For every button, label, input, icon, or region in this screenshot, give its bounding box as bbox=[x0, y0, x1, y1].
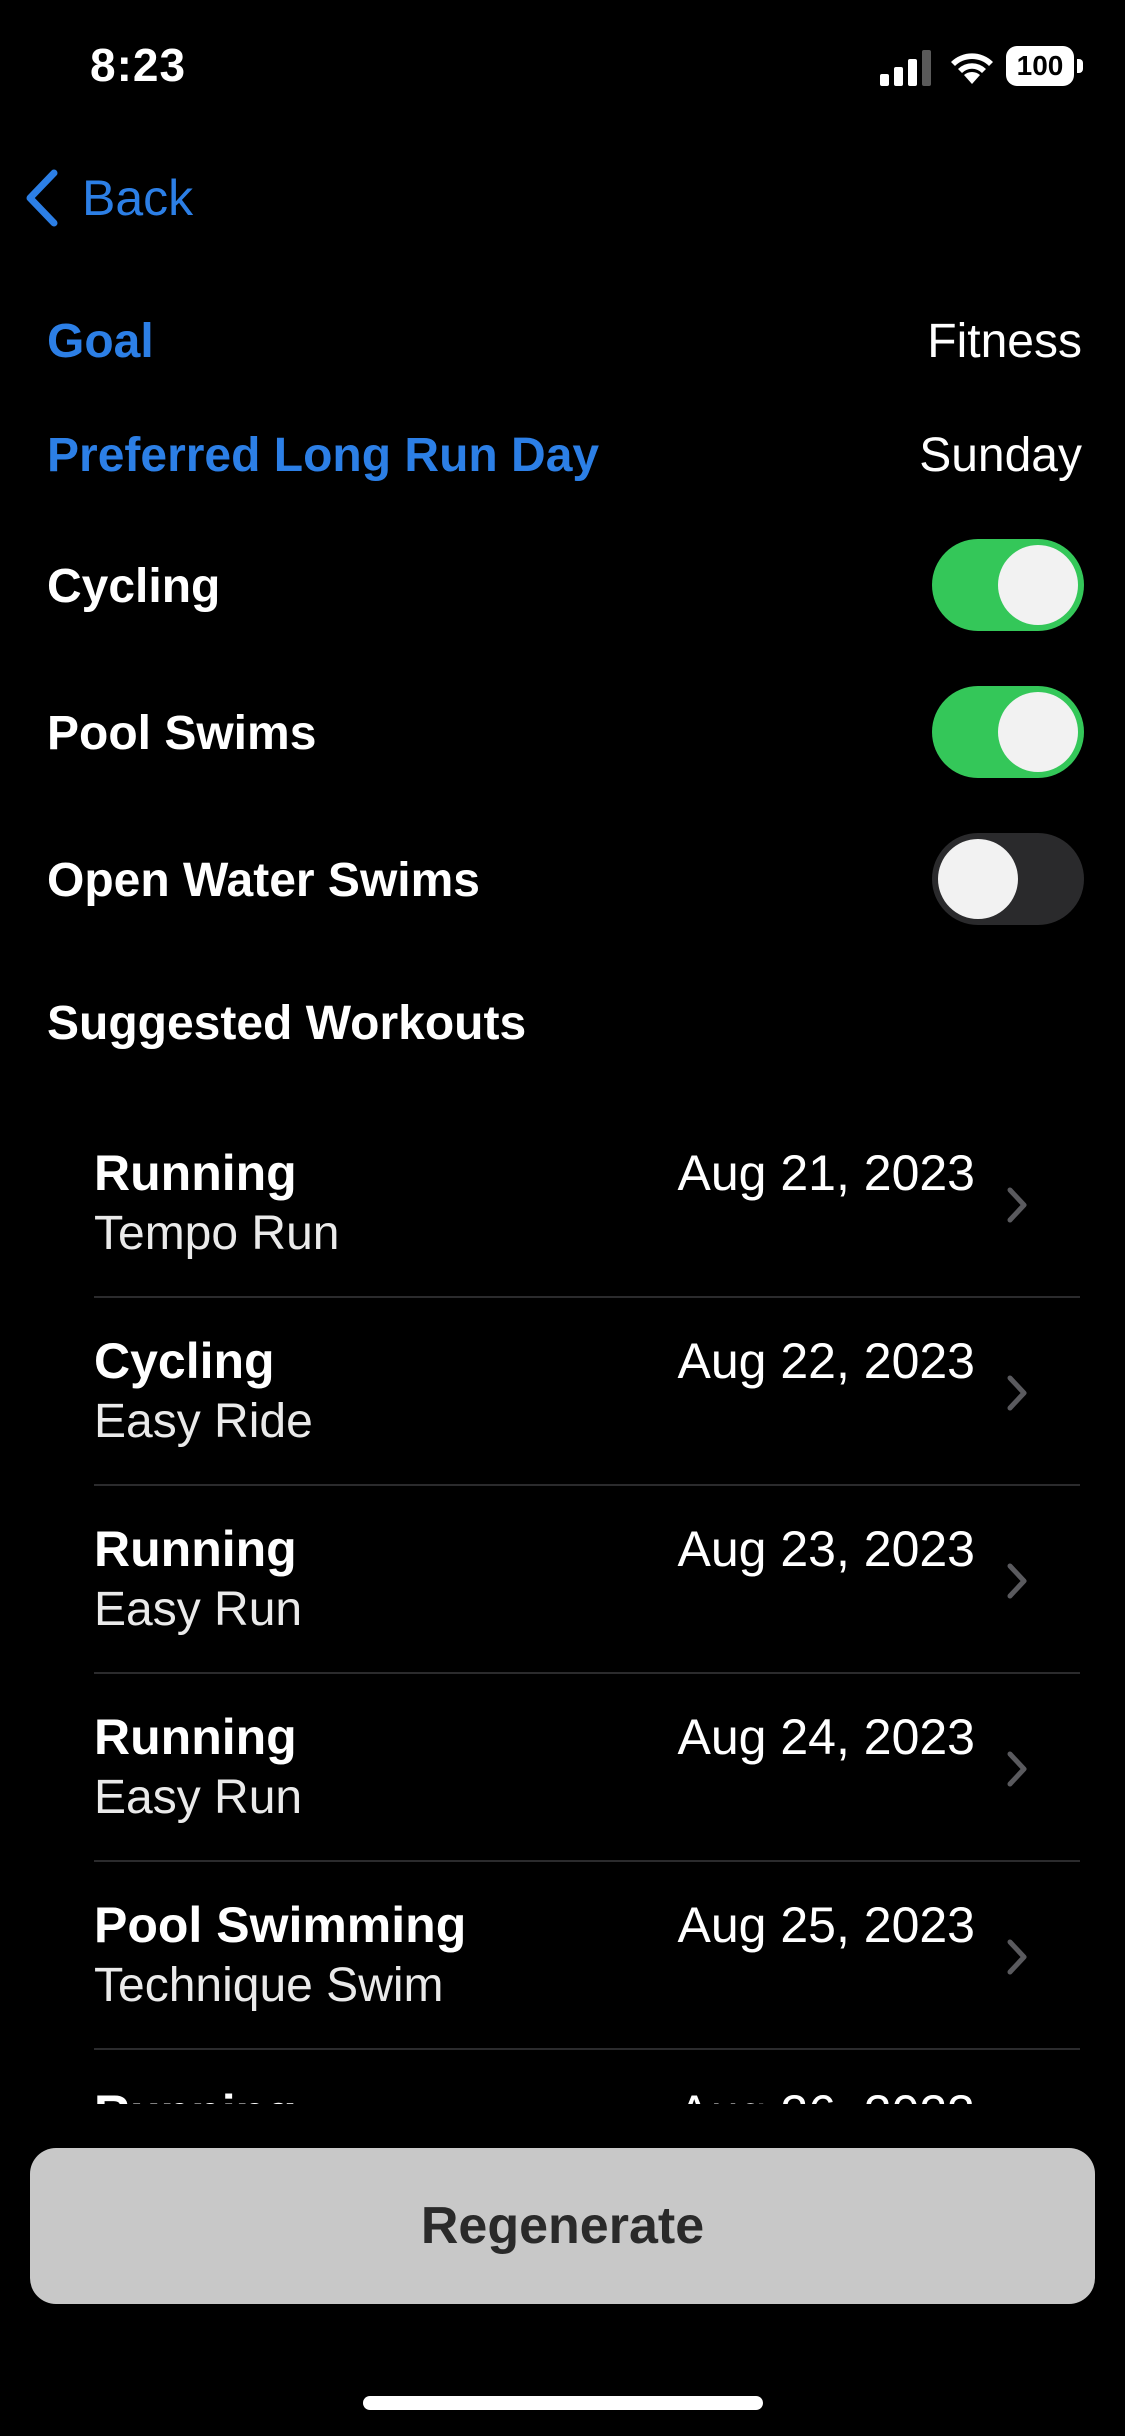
chevron-right-icon bbox=[1007, 1939, 1027, 1975]
open-water-row: Open Water Swims bbox=[47, 845, 1082, 915]
goal-label[interactable]: Goal bbox=[47, 314, 154, 369]
signal-icon bbox=[880, 50, 931, 86]
open-water-toggle[interactable] bbox=[932, 833, 1084, 925]
workout-name: Tempo Run bbox=[94, 1207, 340, 1260]
workout-row[interactable]: Cycling Easy Ride Aug 22, 2023 bbox=[94, 1298, 1080, 1486]
status-bar: 8:23 100 bbox=[0, 0, 1125, 140]
battery-level: 100 bbox=[1006, 46, 1074, 86]
goal-row[interactable]: Goal Fitness bbox=[47, 306, 1082, 376]
goal-value: Fitness bbox=[927, 314, 1082, 368]
workout-date: Aug 21, 2023 bbox=[677, 1145, 976, 1201]
battery-tip bbox=[1077, 59, 1083, 73]
chevron-right-icon bbox=[1007, 1751, 1027, 1787]
workout-name: Easy Run bbox=[94, 1771, 303, 1824]
workout-date: Aug 23, 2023 bbox=[677, 1521, 976, 1577]
long-run-day-row[interactable]: Preferred Long Run Day Sunday bbox=[47, 420, 1082, 490]
back-button[interactable]: Back bbox=[24, 160, 193, 236]
workout-row[interactable]: Running Tempo Run Aug 21, 2023 bbox=[94, 1110, 1080, 1298]
back-label: Back bbox=[82, 170, 194, 226]
workout-type: Running bbox=[94, 1709, 297, 1765]
home-indicator[interactable] bbox=[363, 2396, 763, 2410]
cycling-toggle[interactable] bbox=[932, 539, 1084, 631]
toggle-knob bbox=[998, 692, 1078, 772]
section-title: Suggested Workouts bbox=[47, 997, 527, 1050]
toggle-knob bbox=[938, 839, 1018, 919]
toggle-knob bbox=[998, 545, 1078, 625]
workout-date: Aug 26, 2023 bbox=[678, 2084, 976, 2104]
workout-type: Pool Swimming bbox=[94, 1897, 467, 1953]
regenerate-button[interactable]: Regenerate bbox=[30, 2148, 1095, 2304]
cycling-label: Cycling bbox=[47, 559, 221, 613]
chevron-right-icon bbox=[1007, 1563, 1027, 1599]
workout-type: Running bbox=[94, 1521, 297, 1577]
battery-icon: 100 bbox=[1006, 46, 1084, 88]
workout-type: Running bbox=[94, 1145, 297, 1201]
workout-type: Cycling bbox=[94, 1333, 275, 1389]
workout-type: Running bbox=[94, 2084, 297, 2104]
pool-swims-toggle[interactable] bbox=[932, 686, 1084, 778]
open-water-label: Open Water Swims bbox=[47, 853, 480, 907]
cycling-row: Cycling bbox=[47, 551, 1082, 621]
workout-list[interactable]: Running Tempo Run Aug 21, 2023 Cycling E… bbox=[0, 1110, 1125, 2104]
workout-date: Aug 22, 2023 bbox=[677, 1333, 976, 1389]
chevron-right-icon bbox=[1007, 1187, 1027, 1223]
pool-swims-row: Pool Swims bbox=[47, 698, 1082, 768]
workout-row[interactable]: Running Aug 26, 2023 bbox=[94, 2050, 1080, 2104]
long-run-day-label[interactable]: Preferred Long Run Day bbox=[47, 428, 599, 483]
chevron-right-icon bbox=[1007, 1375, 1027, 1411]
workout-row[interactable]: Pool Swimming Technique Swim Aug 25, 202… bbox=[94, 1862, 1080, 2050]
workout-row[interactable]: Running Easy Run Aug 23, 2023 bbox=[94, 1486, 1080, 1674]
pool-swims-label: Pool Swims bbox=[47, 706, 317, 760]
workout-name: Easy Ride bbox=[94, 1395, 313, 1448]
workout-date: Aug 25, 2023 bbox=[677, 1897, 976, 1953]
status-time: 8:23 bbox=[90, 39, 187, 91]
workout-name: Easy Run bbox=[94, 1583, 303, 1636]
workout-date: Aug 24, 2023 bbox=[677, 1709, 976, 1765]
workout-row[interactable]: Running Easy Run Aug 24, 2023 bbox=[94, 1674, 1080, 1862]
wifi-icon bbox=[951, 53, 993, 84]
workout-name: Technique Swim bbox=[94, 1959, 444, 2012]
long-run-day-value: Sunday bbox=[919, 428, 1082, 482]
chevron-left-icon bbox=[26, 169, 58, 227]
